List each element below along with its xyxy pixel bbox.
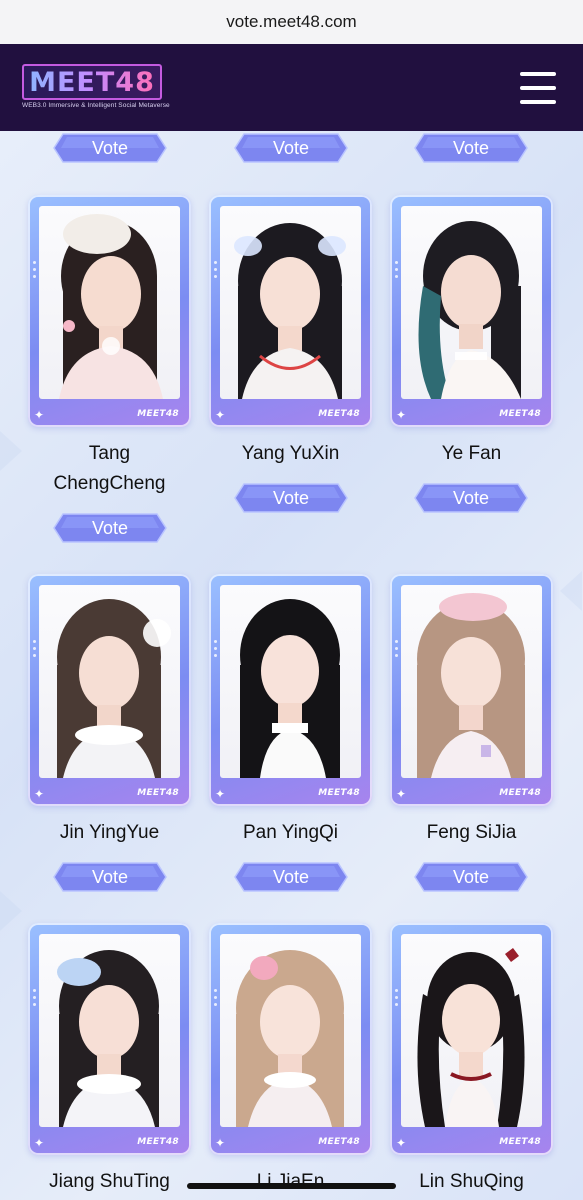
card-brand: MEET48 — [318, 1137, 360, 1147]
vote-button[interactable]: Vote — [53, 513, 167, 543]
vote-button-label: Vote — [272, 487, 310, 508]
vote-button[interactable]: Vote — [53, 862, 167, 892]
card-dots — [214, 640, 218, 661]
contestant-photo — [220, 934, 361, 1127]
card-dots — [33, 989, 37, 1010]
card-brand: MEET48 — [318, 788, 360, 798]
contestant-photo — [39, 934, 180, 1127]
contestant-name: Ye Fan — [441, 443, 502, 464]
sparkle-icon: ✦ — [215, 787, 226, 801]
vote-button-label: Vote — [452, 487, 490, 508]
contestant-card[interactable]: ✦ MEET48 — [28, 923, 191, 1155]
vote-button[interactable]: Vote — [234, 483, 348, 513]
vote-button[interactable]: Vote — [53, 133, 167, 163]
sparkle-icon: ✦ — [215, 1136, 226, 1150]
card-dots — [33, 261, 37, 282]
card-brand: MEET48 — [499, 1137, 541, 1147]
contestant-photo — [220, 585, 361, 778]
contestant-photo — [39, 585, 180, 778]
decor-triangle — [560, 571, 582, 611]
meet48-logo[interactable]: MEET48 — [22, 64, 162, 100]
contestant-card[interactable]: ✦ MEET48 — [390, 923, 553, 1155]
browser-url-bar[interactable]: vote.meet48.com — [0, 0, 583, 44]
contestant-name: Tang ChengCheng — [53, 443, 166, 494]
sparkle-icon: ✦ — [396, 1136, 407, 1150]
contestant-name: Jiang ShuTing — [49, 1171, 170, 1192]
card-brand: MEET48 — [137, 409, 179, 419]
card-dots — [395, 261, 399, 282]
contestant-name: Lin ShuQing — [419, 1171, 524, 1192]
decor-triangle — [0, 431, 22, 471]
vote-button-label: Vote — [452, 866, 490, 887]
card-dots — [214, 989, 218, 1010]
card-brand: MEET48 — [499, 409, 541, 419]
vote-button[interactable]: Vote — [414, 483, 528, 513]
vote-button[interactable]: Vote — [414, 862, 528, 892]
contestant-name: Pan YingQi — [242, 822, 339, 843]
vote-button-label: Vote — [452, 137, 490, 158]
vote-button[interactable]: Vote — [414, 133, 528, 163]
vote-button-label: Vote — [272, 137, 310, 158]
contestant-grid[interactable]: Vote Vote Vote ✦ MEET48 ✦ MEET48 ✦ MEET4… — [0, 131, 583, 1200]
card-dots — [395, 640, 399, 661]
hamburger-menu-icon[interactable] — [520, 72, 556, 104]
decor-triangle — [0, 891, 22, 931]
contestant-card[interactable]: ✦ MEET48 — [28, 574, 191, 806]
contestant-name: Yang YuXin — [241, 443, 340, 464]
sparkle-icon: ✦ — [34, 787, 45, 801]
contestant-photo — [220, 206, 361, 399]
site-header: MEET48 WEB3.0 Immersive & Intelligent So… — [0, 44, 583, 131]
card-dots — [395, 989, 399, 1010]
vote-button[interactable]: Vote — [234, 133, 348, 163]
card-brand: MEET48 — [137, 1137, 179, 1147]
contestant-card[interactable]: ✦ MEET48 — [209, 195, 372, 427]
contestant-name: Jin YingYue — [59, 822, 160, 843]
url-text: vote.meet48.com — [226, 12, 357, 31]
card-brand: MEET48 — [318, 409, 360, 419]
card-brand: MEET48 — [137, 788, 179, 798]
vote-button[interactable]: Vote — [234, 862, 348, 892]
logo-text: MEET48 — [29, 66, 155, 98]
contestant-name: Li JiaEn — [256, 1171, 325, 1192]
card-brand: MEET48 — [499, 788, 541, 798]
sparkle-icon: ✦ — [215, 408, 226, 422]
sparkle-icon: ✦ — [396, 787, 407, 801]
card-dots — [33, 640, 37, 661]
home-indicator[interactable] — [187, 1183, 396, 1189]
logo-tagline: WEB3.0 Immersive & Intelligent Social Me… — [22, 102, 170, 109]
contestant-card[interactable]: ✦ MEET48 — [209, 923, 372, 1155]
contestant-name: Feng SiJia — [426, 822, 517, 843]
sparkle-icon: ✦ — [34, 408, 45, 422]
sparkle-icon: ✦ — [34, 1136, 45, 1150]
vote-button-label: Vote — [272, 866, 310, 887]
contestant-card[interactable]: ✦ MEET48 — [390, 195, 553, 427]
contestant-card[interactable]: ✦ MEET48 — [28, 195, 191, 427]
contestant-photo — [39, 206, 180, 399]
vote-button-label: Vote — [91, 517, 129, 538]
vote-button-label: Vote — [91, 866, 129, 887]
contestant-card[interactable]: ✦ MEET48 — [390, 574, 553, 806]
vote-button-label: Vote — [91, 137, 129, 158]
sparkle-icon: ✦ — [396, 408, 407, 422]
card-dots — [214, 261, 218, 282]
contestant-photo — [401, 585, 542, 778]
contestant-photo — [401, 934, 542, 1127]
contestant-card[interactable]: ✦ MEET48 — [209, 574, 372, 806]
contestant-photo — [401, 206, 542, 399]
